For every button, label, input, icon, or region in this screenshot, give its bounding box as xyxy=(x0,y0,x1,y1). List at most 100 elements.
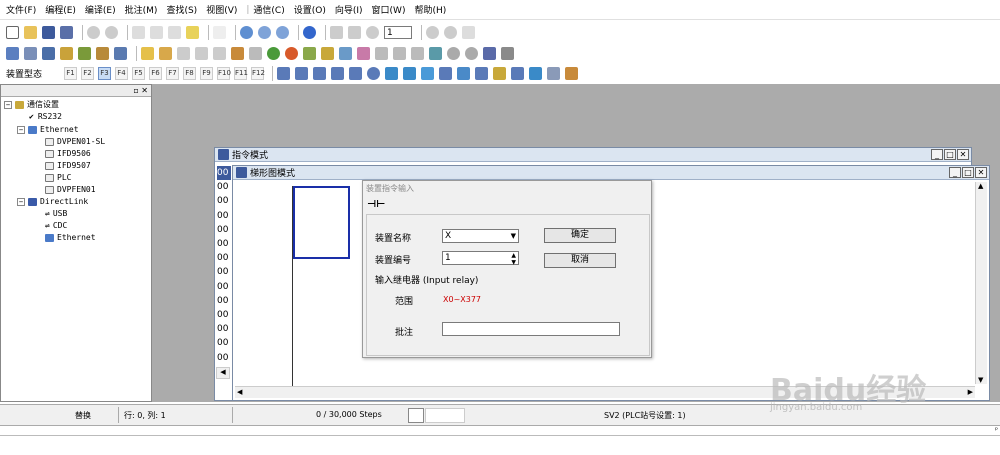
f7-key[interactable]: F7 xyxy=(166,66,180,80)
help-icon[interactable] xyxy=(303,25,316,39)
hand-icon[interactable] xyxy=(462,25,475,39)
table2-icon[interactable] xyxy=(475,66,489,80)
menu-communication[interactable]: 通信(C) xyxy=(253,3,284,16)
instruction-hscroll[interactable]: ◀ xyxy=(216,367,230,379)
menu-window[interactable]: 窗口(W) xyxy=(372,3,406,16)
plus-icon[interactable] xyxy=(357,46,370,60)
copy-icon[interactable] xyxy=(150,25,163,39)
save-all-icon[interactable] xyxy=(60,25,73,39)
zoom-in-icon[interactable] xyxy=(240,25,253,39)
new-file-icon[interactable] xyxy=(6,25,19,39)
search-ladder-icon[interactable] xyxy=(447,46,460,60)
ladder-icon[interactable] xyxy=(6,46,19,60)
device-icon[interactable] xyxy=(60,46,73,60)
run-icon[interactable] xyxy=(267,46,280,60)
f12-key[interactable]: F12 xyxy=(251,66,265,80)
pin-icon[interactable] xyxy=(213,46,226,60)
spin-down-icon[interactable]: ▼ xyxy=(511,257,516,269)
minimize-icon[interactable]: _ xyxy=(949,167,961,178)
search-device-icon[interactable] xyxy=(465,46,478,60)
monitor-ladder-icon[interactable] xyxy=(321,46,334,60)
undo-icon[interactable] xyxy=(87,25,100,39)
f5-key[interactable]: F5 xyxy=(132,66,146,80)
f10-key[interactable]: F10 xyxy=(217,66,231,80)
tree-item-ifd9507[interactable]: IFD9507 xyxy=(45,161,91,170)
table-icon[interactable] xyxy=(114,46,127,60)
tree-item-directlink[interactable]: − DirectLink xyxy=(17,197,88,206)
vertical-scrollbar[interactable]: ▲ ▼ xyxy=(975,182,987,384)
scroll-right-icon[interactable]: ▶ xyxy=(968,388,973,396)
menu-search[interactable]: 查找(S) xyxy=(166,3,197,16)
monitor-device-icon[interactable] xyxy=(303,46,316,60)
counter-input[interactable]: 1 xyxy=(384,25,412,39)
calendar-icon[interactable] xyxy=(429,46,442,60)
reset-icon[interactable] xyxy=(393,46,406,60)
image-icon[interactable] xyxy=(421,66,435,80)
download-icon[interactable] xyxy=(177,46,190,60)
pin-icon[interactable]: ᵖ xyxy=(995,426,998,434)
list-icon[interactable] xyxy=(439,66,453,80)
zoom-out-icon[interactable] xyxy=(258,25,271,39)
tree-item-usb[interactable]: ⇌ USB xyxy=(45,209,67,218)
f2-key[interactable]: F2 xyxy=(81,66,95,80)
branch-icon[interactable] xyxy=(349,66,363,80)
book-icon[interactable] xyxy=(231,46,244,60)
scroll-down-icon[interactable]: ▼ xyxy=(978,376,983,384)
redo-icon[interactable] xyxy=(105,25,118,39)
memory-icon[interactable] xyxy=(96,46,109,60)
pencil-icon[interactable] xyxy=(159,46,172,60)
network-icon[interactable] xyxy=(483,46,496,60)
tree-item-cdc[interactable]: ⇌ CDC xyxy=(45,221,67,230)
phone-icon[interactable] xyxy=(529,66,543,80)
tree-item-ifd9506[interactable]: IFD9506 xyxy=(45,149,91,158)
menu-settings[interactable]: 设置(O) xyxy=(294,3,326,16)
instruction-icon[interactable] xyxy=(24,46,37,60)
stop-red-icon[interactable] xyxy=(285,46,298,60)
device-name-select[interactable]: X ▼ xyxy=(442,229,519,243)
edit-icon[interactable] xyxy=(78,46,91,60)
tree-item-rs232[interactable]: ✔ RS232 xyxy=(29,112,62,121)
device-number-spinner[interactable]: 1 ▲ ▼ xyxy=(442,251,519,266)
panel-close-icon[interactable]: ▫ ✕ xyxy=(133,86,148,95)
cut-icon[interactable] xyxy=(132,25,145,39)
comment-input[interactable] xyxy=(442,322,620,336)
print-icon[interactable] xyxy=(501,46,514,60)
folder-icon[interactable] xyxy=(141,46,154,60)
monitor-icon[interactable] xyxy=(330,25,343,39)
network2-icon[interactable] xyxy=(511,66,525,80)
refresh-icon[interactable] xyxy=(444,25,457,39)
gear-icon[interactable] xyxy=(367,66,381,80)
menu-edit[interactable]: 编程(E) xyxy=(45,3,76,16)
diamond-icon[interactable] xyxy=(457,66,471,80)
eraser-icon[interactable] xyxy=(186,25,199,39)
f11-key[interactable]: F11 xyxy=(234,66,248,80)
menu-wizard[interactable]: 向导(I) xyxy=(335,3,363,16)
io-icon[interactable] xyxy=(385,66,399,80)
tree-item-plc[interactable]: PLC xyxy=(45,173,71,182)
collapse-icon[interactable]: − xyxy=(4,100,12,109)
menu-view[interactable]: 视图(V) xyxy=(206,3,237,16)
force-icon[interactable] xyxy=(411,46,424,60)
tree-item-ethernet2[interactable]: Ethernet xyxy=(45,233,96,242)
menu-compile[interactable]: 编译(E) xyxy=(85,3,116,16)
mail-icon[interactable] xyxy=(493,66,507,80)
stop-icon[interactable] xyxy=(426,25,439,39)
minimize-icon[interactable]: _ xyxy=(931,149,943,160)
f3-key[interactable]: F3 xyxy=(98,66,112,80)
zoom-icon[interactable] xyxy=(276,25,289,39)
menu-help[interactable]: 帮助(H) xyxy=(414,3,446,16)
chevron-down-icon[interactable]: ▼ xyxy=(511,230,516,242)
document-icon[interactable] xyxy=(547,66,561,80)
matrix-icon[interactable] xyxy=(565,66,579,80)
step-icon[interactable] xyxy=(366,25,379,39)
ladder-cursor[interactable] xyxy=(293,186,350,259)
ok-button[interactable]: 确定 xyxy=(544,228,616,243)
sfc-icon[interactable] xyxy=(42,46,55,60)
tree-root[interactable]: − 通信设置 xyxy=(4,99,59,110)
coil-icon[interactable] xyxy=(313,66,327,80)
f8-key[interactable]: F8 xyxy=(183,66,197,80)
collapse-icon[interactable]: − xyxy=(17,197,25,206)
maximize-icon[interactable]: □ xyxy=(962,167,974,178)
tree-item-ethernet[interactable]: − Ethernet xyxy=(17,125,79,134)
cancel-button[interactable]: 取消 xyxy=(544,253,616,268)
